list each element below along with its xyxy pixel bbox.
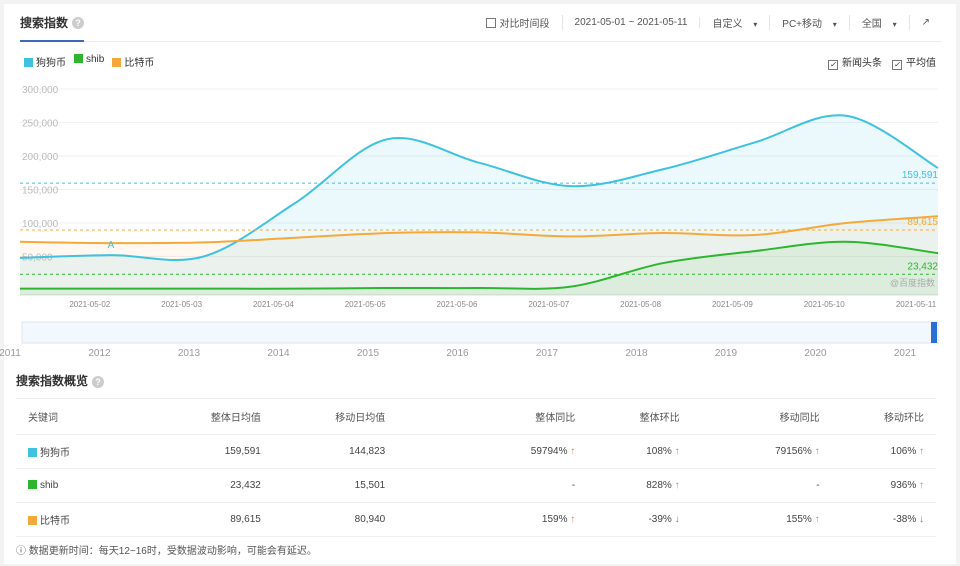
table-row: 比特币 89,615 80,940 159% ↑ -39% ↓ 155% ↑ -38% ↓ xyxy=(16,502,936,537)
col-keyword: 关键词 xyxy=(16,398,149,435)
checkbox-icon xyxy=(485,18,496,28)
overview-title: 搜索指数概览? xyxy=(16,372,105,389)
arrow-up-icon: ↑ xyxy=(674,446,680,457)
swatch-icon xyxy=(28,516,37,525)
table-row: 狗狗币 159,591 144,823 59794% ↑ 108% ↑ 79156% ↑ 1… xyxy=(16,434,936,469)
value-cell: 89,615 xyxy=(148,502,273,537)
legend-item-bitcoin[interactable]: 比特币 xyxy=(112,54,154,69)
arrow-up-icon: ↑ xyxy=(674,480,680,491)
arrow-up-icon: ↑ xyxy=(919,480,924,491)
value-cell: 155% ↑ xyxy=(691,502,832,537)
value-cell: - xyxy=(397,468,588,503)
device-dropdown[interactable]: PC+移动 ▾ xyxy=(770,15,850,30)
chevron-down-icon: ▾ xyxy=(832,20,837,29)
page-title[interactable]: 搜索指数? xyxy=(20,4,85,42)
arrow-down-icon: ↓ xyxy=(674,514,680,525)
value-cell: 144,823 xyxy=(272,434,398,469)
news-checkbox[interactable]: ✓ 新闻头条 xyxy=(828,54,882,70)
chevron-down-icon: ▾ xyxy=(753,20,758,29)
arrow-up-icon: ↑ xyxy=(814,446,820,457)
legend-item-shib[interactable]: shib xyxy=(74,54,104,69)
average-checkbox[interactable]: ✓ 平均值 xyxy=(892,54,936,70)
table-row: shib 23,432 15,501-828% ↑ -936% ↑ xyxy=(16,468,936,503)
help-icon[interactable]: ? xyxy=(92,375,105,388)
arrow-up-icon: ↑ xyxy=(570,514,576,525)
legend-item-dogecoin[interactable]: 狗狗币 xyxy=(24,54,66,69)
value-cell: 23,432 xyxy=(148,468,273,503)
export-icon[interactable]: ↗ xyxy=(910,17,942,28)
arrow-up-icon: ↑ xyxy=(919,446,924,457)
col-overall-mom: 整体环比 xyxy=(587,398,692,435)
keyword-cell: shib xyxy=(16,468,149,503)
keyword-cell: 比特币 xyxy=(16,502,149,537)
chart-legend: 狗狗币 shib 比特币 xyxy=(24,54,154,69)
compare-checkbox[interactable]: 对比时间段 xyxy=(474,15,563,30)
region-dropdown[interactable]: 全国 ▾ xyxy=(850,15,910,30)
header: 搜索指数? 对比时间段 2021-05-01 ~ 2021-05-11 自定义 … xyxy=(20,4,942,42)
col-mobile-mom: 移动环比 xyxy=(831,398,936,435)
swatch-icon xyxy=(28,480,37,489)
checkbox-checked-icon: ✓ xyxy=(892,60,902,70)
swatch-icon xyxy=(24,58,33,67)
value-cell: 936% ↑ xyxy=(831,468,936,503)
value-cell: 828% ↑ xyxy=(587,468,692,503)
arrow-down-icon: ↓ xyxy=(919,514,924,525)
overview-table: 关键词 整体日均值 移动日均值 整体同比 整体环比 移动同比 移动环比 狗狗币 1… xyxy=(16,398,936,537)
value-cell: 79156% ↑ xyxy=(691,434,832,469)
custom-dropdown[interactable]: 自定义 ▾ xyxy=(700,15,771,30)
col-overall-yoy: 整体同比 xyxy=(397,398,588,435)
value-cell: 59794% ↑ xyxy=(397,434,588,469)
swatch-icon xyxy=(28,448,37,457)
arrow-up-icon: ↑ xyxy=(814,514,820,525)
value-cell: 159% ↑ xyxy=(397,502,588,537)
footer-note: ⓘ 数据更新时间：每天12~16时，受数据波动影响，可能会有延迟。 xyxy=(16,546,317,557)
swatch-icon xyxy=(74,54,83,63)
arrow-up-icon: ↑ xyxy=(570,446,576,457)
value-cell: - xyxy=(691,468,832,503)
col-overall-avg: 整体日均值 xyxy=(148,398,273,435)
checkbox-checked-icon: ✓ xyxy=(828,60,838,70)
value-cell: 106% ↑ xyxy=(831,434,936,469)
value-cell: 108% ↑ xyxy=(587,434,692,469)
help-icon[interactable]: ? xyxy=(72,17,85,30)
value-cell: 15,501 xyxy=(272,468,398,503)
value-cell: 159,591 xyxy=(148,434,273,469)
value-cell: -38% ↓ xyxy=(831,502,936,537)
col-mobile-yoy: 移动同比 xyxy=(691,398,832,435)
swatch-icon xyxy=(112,58,122,67)
keyword-cell: 狗狗币 xyxy=(16,434,149,469)
value-cell: 80,940 xyxy=(272,502,398,537)
col-mobile-avg: 移动日均值 xyxy=(272,398,398,435)
chevron-down-icon: ▾ xyxy=(892,20,897,29)
date-range-picker[interactable]: 2021-05-01 ~ 2021-05-11 xyxy=(563,17,701,28)
value-cell: -39% ↓ xyxy=(587,502,692,537)
